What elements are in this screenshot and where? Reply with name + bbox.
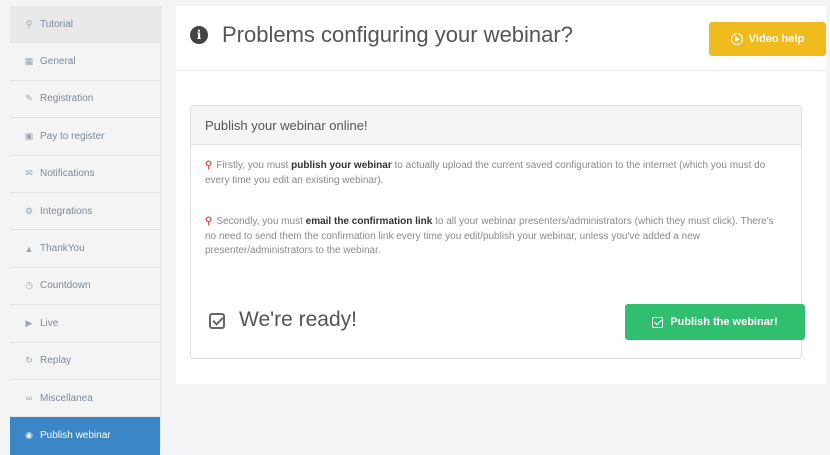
sidebar-item-live[interactable]: ▶ Live [10, 305, 160, 343]
sidebar: ⚲ Tutorial ▦ General ✎ Registration ▣ Pa… [10, 6, 161, 455]
sidebar-item-label: Registration [40, 93, 94, 105]
sidebar-item-label: ThankYou [40, 243, 85, 255]
sidebar-item-label: Miscellanea [40, 392, 93, 404]
sidebar-item-tutorial[interactable]: ⚲ Tutorial [10, 6, 160, 44]
sidebar-item-label: Live [40, 317, 59, 329]
para2-bold: email the confirmation link [305, 216, 433, 227]
sidebar-item-notifications[interactable]: ✉ Notifications [10, 156, 160, 193]
sidebar-item-label: Publish webinar [40, 430, 111, 442]
card-icon: ▣ [24, 130, 34, 141]
ready-text: We're ready! [239, 308, 358, 331]
thumbs-up-icon: ▲ [24, 243, 34, 254]
publish-webinar-button[interactable]: Publish the webinar! [625, 304, 805, 340]
para1-bold: publish your webinar [291, 160, 392, 171]
play-circle-icon [730, 33, 743, 45]
sidebar-item-label: Pay to register [40, 130, 105, 142]
publish-button-label: Publish the webinar! [670, 316, 778, 328]
sidebar-item-label: Countdown [40, 280, 91, 292]
check-square-icon [652, 316, 664, 328]
sidebar-item-general[interactable]: ▦ General [10, 43, 160, 81]
sidebar-item-pay-to-register[interactable]: ▣ Pay to register [10, 118, 160, 156]
instruction-paragraph-email: ⚲ Secondly, you must email the confirmati… [205, 215, 787, 259]
sidebar-item-publish-webinar[interactable]: ◉ Publish webinar [10, 417, 160, 455]
page-title: Problems configuring your webinar? [222, 22, 573, 47]
panel-title: Publish your webinar online! [191, 106, 801, 145]
video-icon: ▶ [25, 317, 33, 328]
sidebar-item-miscellanea[interactable]: ∞ Miscellanea [10, 380, 160, 418]
sidebar-item-thankyou[interactable]: ▲ ThankYou [10, 230, 160, 268]
sidebar-item-label: Tutorial [40, 18, 73, 30]
link-icon: ∞ [25, 393, 33, 404]
info-icon: i [190, 26, 208, 44]
sidebar-item-label: Replay [40, 355, 72, 367]
main-content: i Problems configuring your webinar? Vid… [176, 6, 826, 384]
sidebar-item-integrations[interactable]: ⚙ Integrations [10, 193, 160, 231]
checkbox-icon [209, 313, 225, 329]
publish-panel: Publish your webinar online! ⚲ Firstly, y… [190, 105, 805, 359]
sidebar-item-label: Notifications [40, 168, 95, 180]
lightbulb-icon: ⚲ [205, 216, 213, 227]
video-help-button[interactable]: Video help [709, 22, 826, 56]
sidebar-item-replay[interactable]: ↻ Replay [10, 343, 160, 380]
edit-icon: ✎ [25, 93, 33, 104]
para2-text-start: Secondly, you must [216, 216, 306, 227]
globe-icon: ◉ [25, 430, 33, 441]
page-header: i Problems configuring your webinar? Vid… [176, 6, 826, 71]
sidebar-item-registration[interactable]: ✎ Registration [10, 81, 160, 119]
gear-icon: ⚙ [24, 205, 34, 216]
clock-icon: ◷ [25, 280, 33, 291]
refresh-icon: ↻ [25, 355, 33, 366]
para1-text-start: Firstly, you must [216, 160, 292, 171]
grid-icon: ▦ [24, 56, 34, 67]
envelope-icon: ✉ [25, 168, 33, 179]
lightbulb-icon: ⚲ [205, 160, 213, 171]
sidebar-item-label: General [40, 56, 76, 68]
sidebar-item-countdown[interactable]: ◷ Countdown [10, 268, 160, 306]
lightbulb-icon: ⚲ [25, 18, 33, 29]
sidebar-item-label: Integrations [40, 205, 93, 217]
instruction-paragraph-publish: ⚲ Firstly, you must publish your webinar … [205, 159, 787, 188]
video-help-label: Video help [748, 33, 805, 45]
